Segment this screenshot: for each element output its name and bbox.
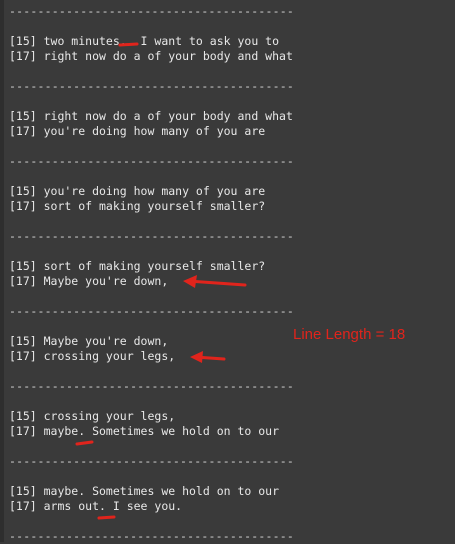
subtitle-line[interactable]: [15] Maybe you're down,: [9, 334, 168, 349]
subtitle-line[interactable]: [15] two minutes.. I want to ask you to: [9, 34, 279, 49]
subtitle-line[interactable]: [17] sort of making yourself smaller?: [9, 199, 265, 214]
subtitle-line[interactable]: [15] sort of making yourself smaller?: [9, 259, 265, 274]
separator-line: ----------------------------------------: [9, 154, 294, 168]
subtitle-line[interactable]: [15] crossing your legs,: [9, 409, 175, 424]
subtitle-line[interactable]: [15] maybe. Sometimes we hold on to our: [9, 484, 279, 499]
subtitle-line[interactable]: [17] you're doing how many of you are: [9, 124, 265, 139]
separator-line: ----------------------------------------: [9, 454, 294, 468]
separator-line: ----------------------------------------: [9, 79, 294, 93]
separator-line: ----------------------------------------: [9, 229, 294, 243]
subtitle-text-editor[interactable]: ----------------------------------------…: [9, 0, 449, 543]
subtitle-line[interactable]: [17] Maybe you're down,: [9, 274, 168, 289]
separator-line: ----------------------------------------: [9, 379, 294, 393]
editor-gutter: [0, 0, 4, 542]
line-length-annotation: Line Length = 18: [293, 326, 406, 343]
subtitle-line[interactable]: [17] right now do a of your body and wha…: [9, 49, 293, 64]
separator-line: ----------------------------------------: [9, 4, 294, 18]
subtitle-line[interactable]: [17] maybe. Sometimes we hold on to our: [9, 424, 279, 439]
separator-line: ----------------------------------------: [9, 304, 294, 318]
subtitle-line[interactable]: [15] you're doing how many of you are: [9, 184, 265, 199]
subtitle-line[interactable]: [17] arms out. I see you.: [9, 499, 182, 514]
subtitle-line[interactable]: [17] crossing your legs,: [9, 349, 175, 364]
subtitle-line[interactable]: [15] right now do a of your body and wha…: [9, 109, 293, 124]
